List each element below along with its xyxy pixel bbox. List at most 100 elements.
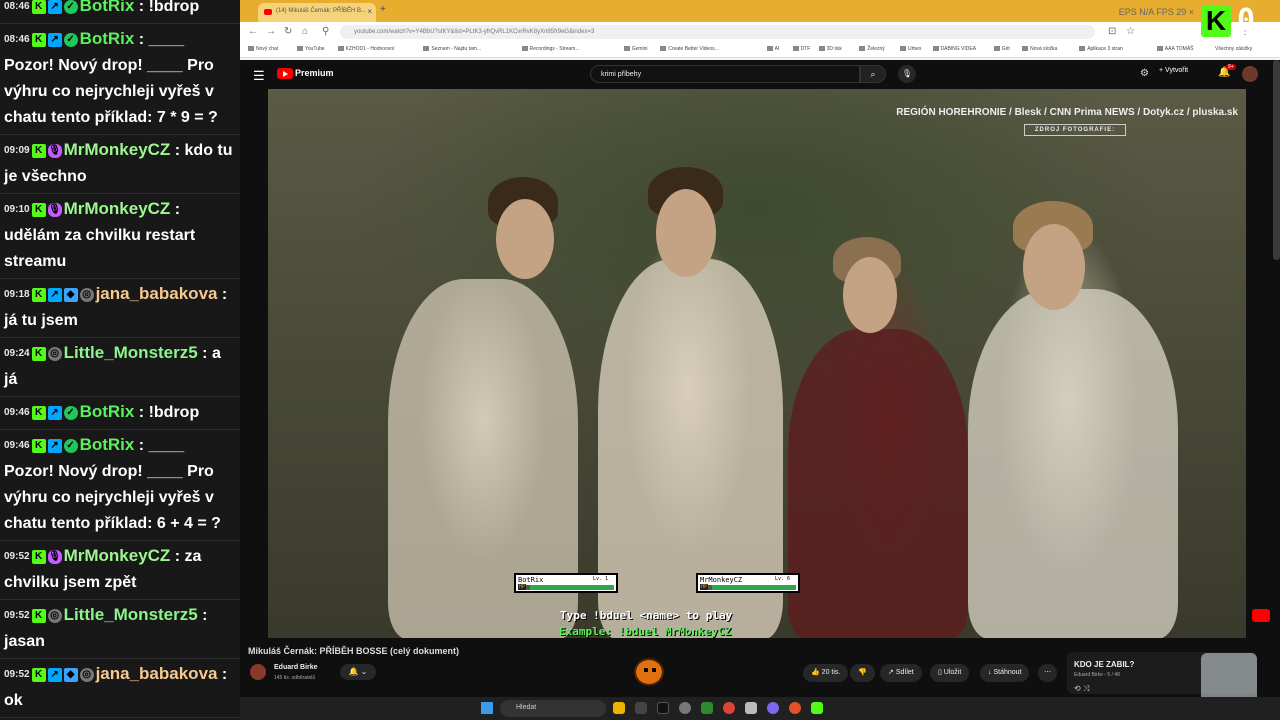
bookmark-item[interactable]: Seznam - Najdu tam... — [423, 46, 481, 52]
url-field[interactable]: youtube.com/watch?v=Y4BbU?stKY&list=PLtK… — [340, 25, 1095, 39]
chat-text: já tu jsem — [4, 312, 78, 329]
chat-username[interactable]: MrMonkeyCZ — [64, 546, 171, 565]
youtube-brand[interactable]: Premium — [295, 68, 334, 78]
bookmark-item[interactable]: DTF — [792, 46, 810, 52]
windows-start-icon[interactable] — [481, 702, 493, 714]
back-icon[interactable]: ← — [248, 26, 258, 37]
kick-badge-icon: K — [31, 0, 46, 14]
hamburger-menu-icon[interactable]: ☰ — [253, 68, 265, 84]
bookmark-item[interactable]: Gemini — [623, 46, 648, 52]
close-icon[interactable]: × — [367, 7, 372, 16]
bookmark-item[interactable]: AI — [766, 46, 779, 52]
windows-icon[interactable] — [745, 702, 757, 714]
hp-label: HP — [518, 584, 527, 590]
channel-avatar[interactable] — [250, 664, 266, 680]
search-button[interactable]: ⌕ — [860, 65, 886, 83]
shuffle-icon[interactable]: ⤨ — [1083, 684, 1089, 693]
download-button[interactable]: ↓ Stáhnout — [980, 664, 1030, 682]
chat-username[interactable]: jana_babakova — [96, 284, 218, 303]
settings-icon[interactable] — [679, 702, 691, 714]
create-button[interactable]: + Vytvořit — [1159, 67, 1188, 74]
share-button[interactable]: ↗ Sdílet — [880, 664, 922, 682]
chat-username[interactable]: BotRix — [80, 402, 135, 421]
gear-icon[interactable]: ⚙ — [1140, 68, 1149, 79]
camera-icon[interactable] — [635, 702, 647, 714]
tab-youtube[interactable]: (14) Mikuláš Černák: PŘÍBĚH B... × — [258, 3, 376, 22]
video-player[interactable]: REGIÓN HOREHRONIE / Blesk / CNN Prima NE… — [268, 89, 1246, 638]
chat-text: !bdrop — [148, 404, 200, 421]
channel-name[interactable]: Eduard Birke — [274, 664, 318, 671]
folder-icon — [792, 46, 799, 52]
like-button[interactable]: 👍 20 tis. — [803, 664, 849, 682]
youtube-mini-icon[interactable] — [1252, 609, 1270, 622]
new-tab-button[interactable]: + — [380, 4, 386, 15]
bookmark-item[interactable]: 3D tisk — [818, 46, 842, 52]
address-bar-row: ← → ↻ ⌂ ⚲ youtube.com/watch?v=Y4BbU?stKY… — [240, 22, 1280, 42]
circle-badge-icon: ◎ — [47, 346, 62, 361]
loop-icon[interactable]: ⟲ — [1074, 684, 1081, 693]
folder-icon — [248, 46, 254, 52]
chat-username[interactable]: jana_babakova — [96, 664, 218, 683]
more-actions-button[interactable]: ⋯ — [1038, 664, 1057, 682]
install-icon[interactable]: ⊡ — [1108, 26, 1116, 37]
pumpkin-mascot-icon — [634, 658, 664, 686]
arrow-badge-icon: ↗ — [47, 405, 62, 420]
chat-timestamp: 08:46 — [4, 0, 30, 12]
chrome-icon[interactable] — [723, 702, 735, 714]
bookmark-item[interactable]: Urbex — [900, 46, 921, 52]
chat-username[interactable]: MrMonkeyCZ — [64, 140, 171, 159]
xbox-icon[interactable] — [701, 702, 713, 714]
chat-text: jasan — [4, 633, 45, 650]
bookmark-item[interactable]: Create Better Videos... — [660, 46, 719, 52]
bookmarks-bar: Nový chat YouTube KZHOD1 - Hodnocení Seznam… — [240, 42, 1280, 58]
bookmark-item[interactable]: Grit — [993, 46, 1010, 52]
share-icon: ↗ — [888, 669, 896, 676]
folder-icon — [859, 46, 866, 52]
chat-username[interactable]: Little_Monsterz5 — [64, 605, 198, 624]
taskbar-search-input[interactable]: Hledat — [500, 700, 606, 717]
home-icon[interactable]: ⌂ — [302, 26, 308, 37]
dislike-button[interactable]: 👎 — [850, 664, 875, 682]
save-button[interactable]: ▯ Uložit — [930, 664, 970, 682]
bookmark-item[interactable]: AAA TOMÁŠ — [1156, 46, 1194, 52]
chat-username[interactable]: Little_Monsterz5 — [64, 343, 198, 362]
bookmark-item[interactable]: Železný — [859, 46, 885, 52]
kick-app-icon[interactable] — [811, 702, 823, 714]
playlist-title[interactable]: KDO JE ZABIL? — [1074, 660, 1134, 669]
browser-window: (14) Mikuláš Černák: PŘÍBĚH B... × + EPS… — [240, 0, 1280, 697]
bookmark-item[interactable]: Nový chat — [248, 46, 278, 52]
playlist-controls[interactable]: ⟲ ⤨ — [1074, 684, 1089, 694]
tiktok-icon[interactable] — [657, 702, 669, 714]
reload-icon[interactable]: ↻ — [284, 26, 292, 37]
chat-username[interactable]: BotRix — [80, 29, 135, 48]
youtube-logo-icon[interactable] — [277, 68, 293, 79]
file-explorer-icon[interactable] — [613, 702, 625, 714]
hp-label: HP — [700, 584, 709, 590]
chat-username[interactable]: BotRix — [80, 435, 135, 454]
site-info-icon[interactable]: ⚲ — [322, 26, 329, 37]
folder-icon — [818, 46, 825, 52]
bookmark-item[interactable]: Aplikace 3 stran — [1079, 46, 1123, 52]
all-bookmarks-link[interactable]: Všechny záložky — [1215, 46, 1252, 52]
folder-icon — [932, 46, 939, 52]
avatar[interactable] — [1242, 66, 1258, 82]
bookmark-item[interactable]: Nová složka — [1022, 46, 1057, 52]
bookmark-label: DABING VIDEA — [940, 46, 977, 52]
search-input[interactable]: krimi příbehy — [590, 65, 860, 83]
chat-username[interactable]: BotRix — [80, 0, 135, 15]
chat-username[interactable]: MrMonkeyCZ — [64, 199, 171, 218]
obs-icon[interactable] — [767, 702, 779, 714]
scrollbar[interactable] — [1273, 60, 1280, 260]
app-icon[interactable] — [789, 702, 801, 714]
forward-icon[interactable]: → — [266, 26, 276, 37]
bookmark-item[interactable]: KZHOD1 - Hodnocení — [337, 46, 395, 52]
subscribed-bell-button[interactable]: 🔔 ⌄ — [340, 664, 376, 680]
chat-message: 09:46 K ↗ ✓ BotRix : ____ Pozor! Nový drop! … — [0, 430, 240, 541]
bookmark-item[interactable]: YouTube — [296, 46, 325, 52]
viewer-count: 0 — [1237, 3, 1256, 38]
voice-search-button[interactable]: 🎙 — [898, 65, 916, 83]
bookmark-item[interactable]: Recordings - Stream... — [521, 46, 580, 52]
bookmark-star-icon[interactable]: ☆ — [1126, 26, 1135, 37]
bookmark-item[interactable]: DABING VIDEA — [932, 46, 977, 52]
folder-icon — [1156, 46, 1163, 52]
